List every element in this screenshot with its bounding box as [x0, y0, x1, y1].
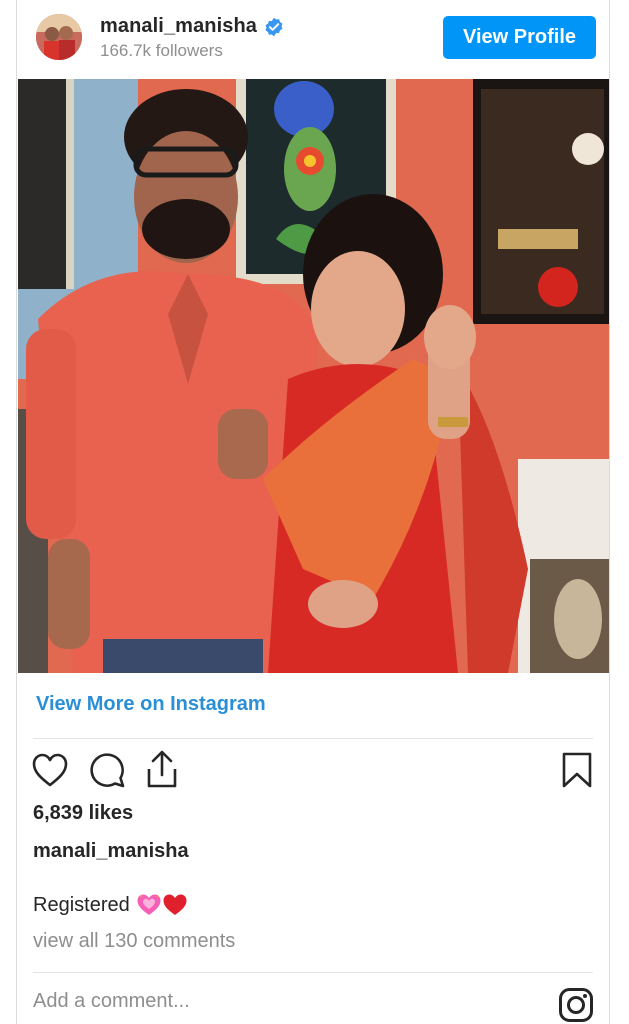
heart-outline-icon[interactable] — [31, 752, 69, 788]
post-caption: Registered — [33, 893, 188, 917]
view-all-comments-link[interactable]: view all 130 comments — [33, 930, 235, 953]
view-more-on-instagram-link[interactable]: View More on Instagram — [36, 693, 266, 716]
view-profile-button[interactable]: View Profile — [443, 16, 596, 59]
divider — [33, 738, 593, 739]
red-heart-icon — [163, 894, 187, 915]
instagram-embed-card: manali_manisha 166.7k followers View Pro… — [16, 0, 610, 1024]
post-photo[interactable] — [18, 79, 609, 673]
verified-badge-icon — [265, 17, 283, 37]
comment-bubble-icon[interactable] — [88, 751, 126, 789]
instagram-logo-icon[interactable] — [558, 987, 594, 1023]
add-comment-input[interactable] — [33, 990, 533, 1013]
share-upload-icon[interactable] — [144, 749, 180, 789]
like-count[interactable]: 6,839 likes — [33, 802, 133, 825]
caption-text: Registered — [33, 893, 130, 916]
divider — [33, 972, 593, 973]
username[interactable]: manali_manisha — [100, 15, 257, 38]
avatar[interactable] — [36, 14, 82, 60]
bookmark-icon[interactable] — [561, 751, 593, 789]
post-author[interactable]: manali_manisha — [33, 840, 189, 863]
follower-count: 166.7k followers — [100, 41, 223, 60]
post-header: manali_manisha 166.7k followers View Pro… — [17, 0, 609, 78]
growing-heart-icon — [137, 894, 161, 915]
